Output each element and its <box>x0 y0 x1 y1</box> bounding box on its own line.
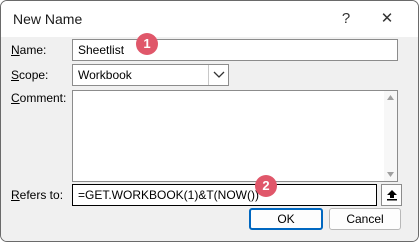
comment-label: Comment: <box>11 91 66 105</box>
refers-to-label-text: efers to: <box>19 188 64 202</box>
scope-label-accesskey: S <box>11 68 20 82</box>
triangle-up-icon[interactable] <box>387 95 394 100</box>
comment-label-text: omment: <box>19 91 67 105</box>
comment-textarea[interactable] <box>72 90 398 182</box>
name-label: Name: <box>11 43 46 57</box>
help-icon[interactable]: ? <box>331 7 361 31</box>
name-input[interactable]: Sheetlist <box>72 39 398 61</box>
refers-to-input[interactable]: =GET.WORKBOOK(1)&T(NOW()) <box>72 184 377 206</box>
triangle-down-icon[interactable] <box>387 172 394 177</box>
ok-button[interactable]: OK <box>249 208 323 230</box>
title-bar: New Name ? ✕ <box>1 1 418 37</box>
comment-scrollbar[interactable] <box>384 91 397 181</box>
step-marker-2: 2 <box>255 175 277 197</box>
comment-label-accesskey: C <box>11 91 20 105</box>
dialog-title: New Name <box>13 11 83 27</box>
chevron-down-icon <box>213 71 225 78</box>
cancel-button[interactable]: Cancel <box>329 208 401 230</box>
dialog-body: Name: Sheetlist Scope: Workbook Comment: <box>1 37 418 241</box>
scope-label: Scope: <box>11 68 48 82</box>
step-marker-1: 1 <box>136 33 158 55</box>
refers-to-label: Refers to: <box>11 188 63 202</box>
collapse-dialog-button[interactable] <box>381 184 402 206</box>
scope-dropdown-button[interactable] <box>208 65 228 85</box>
name-label-text: ame: <box>19 43 47 57</box>
close-icon[interactable]: ✕ <box>372 7 402 31</box>
collapse-dialog-icon <box>387 190 397 201</box>
scope-label-text: cope: <box>19 68 49 82</box>
refers-to-label-accesskey: R <box>11 188 20 202</box>
new-name-dialog: New Name ? ✕ Name: Sheetlist Scope: Work… <box>0 0 419 242</box>
name-label-accesskey: N <box>11 43 20 57</box>
scope-selected-value: Workbook <box>78 68 132 82</box>
scope-dropdown[interactable]: Workbook <box>72 64 229 86</box>
